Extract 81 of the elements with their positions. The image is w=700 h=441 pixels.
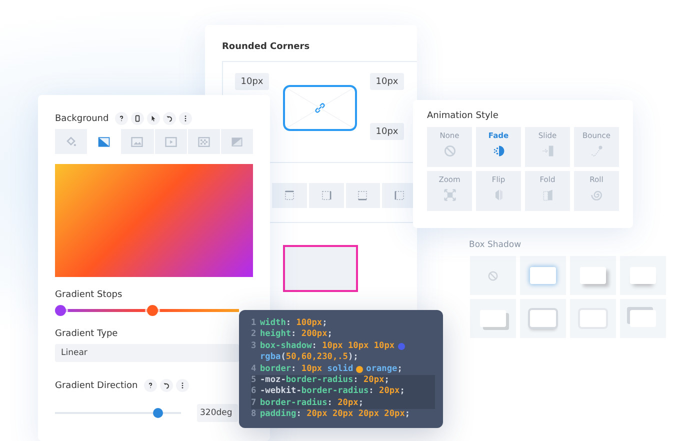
pattern-icon	[196, 134, 211, 148]
section-title: Rounded Corners	[221, 41, 311, 54]
line-number: 3	[251, 340, 258, 352]
shadow-option[interactable]	[470, 256, 516, 295]
gradient-icon	[97, 134, 112, 148]
line-number: 8	[251, 409, 258, 421]
line-number: 1	[251, 318, 258, 330]
more-button[interactable]	[178, 112, 192, 125]
direction-input[interactable]: 320deg	[197, 404, 238, 422]
shadow-option[interactable]	[570, 256, 616, 295]
cursor-button[interactable]	[146, 112, 160, 125]
code-text: -webkit-border-radius: 20px;	[260, 386, 405, 398]
shadow-preview	[530, 310, 556, 327]
prohibited-icon	[442, 144, 456, 158]
shadow-option[interactable]	[620, 256, 666, 295]
corner-input[interactable]: 10px	[235, 73, 269, 90]
gradient-type-select[interactable]: Linear	[55, 344, 239, 362]
code-text: height: 200px;	[260, 329, 332, 341]
help-button[interactable]	[144, 379, 157, 392]
shadow-option[interactable]	[520, 256, 566, 295]
gradient-stop-handle[interactable]	[55, 305, 66, 316]
code-text: border: 10px solid	[260, 364, 354, 375]
section-title: Background	[55, 114, 109, 124]
corner-input[interactable]: 10px	[370, 123, 404, 140]
shadow-preview	[630, 267, 656, 284]
fade-icon	[492, 144, 506, 158]
fold-icon	[540, 188, 554, 202]
phone-icon	[132, 114, 142, 123]
help-button[interactable]	[114, 112, 128, 125]
border-side-icon	[282, 189, 296, 202]
code-text: rgba(50,60,230,.5);	[260, 352, 358, 364]
section-label: Gradient Stops	[55, 290, 124, 300]
code-text: width: 100px;	[260, 318, 328, 329]
undo-icon	[164, 114, 174, 123]
shadow-preview	[580, 267, 606, 284]
bounce-icon	[590, 144, 604, 158]
shadow-preview	[530, 267, 556, 284]
link-icon	[314, 102, 326, 114]
code-text: border-radius: 20px;	[260, 398, 364, 409]
code-text: padding: 20px 20px 20px 20px;	[260, 409, 410, 421]
section-title: Box Shadow	[469, 240, 522, 250]
undo-button[interactable]	[160, 379, 173, 392]
border-style-button[interactable]	[272, 183, 307, 208]
border-style-button[interactable]	[346, 183, 380, 208]
section-label: Gradient Direction	[55, 380, 138, 390]
shadow-option[interactable]	[620, 299, 666, 338]
section-title: Animation Style	[427, 111, 500, 121]
line-number: 2	[251, 329, 258, 341]
gradient-stop-handle[interactable]	[146, 305, 158, 316]
shadow-option[interactable]	[470, 299, 516, 338]
slide-icon	[540, 144, 554, 158]
more-button[interactable]	[176, 379, 189, 392]
line-number: 6	[251, 386, 258, 398]
zoom-icon	[442, 188, 456, 202]
line-number: 4	[251, 364, 258, 375]
phone-button[interactable]	[130, 112, 144, 125]
undo-button[interactable]	[162, 112, 176, 125]
code-text: -moz-border-radius: 20px;	[260, 374, 390, 386]
prohibited-icon	[487, 270, 499, 282]
mask-icon	[230, 134, 244, 148]
code-text: box-shadow: 10px 10px 10px	[260, 340, 395, 352]
image-icon	[130, 134, 144, 148]
border-side-icon	[320, 189, 333, 202]
shadow-option[interactable]	[520, 299, 566, 338]
undo-icon	[162, 381, 171, 390]
line-number: 5	[251, 374, 258, 386]
shadow-preview	[480, 310, 506, 327]
border-style-button[interactable]	[308, 183, 344, 208]
line-number: 7	[251, 398, 258, 410]
shadow-option[interactable]	[570, 299, 616, 338]
code-text: orange;	[366, 364, 402, 375]
paint-bucket-icon	[64, 134, 78, 148]
section-label: Gradient Type	[55, 329, 119, 339]
spiral-icon	[590, 188, 604, 202]
border-side-icon	[393, 189, 406, 202]
slider-thumb[interactable]	[153, 408, 164, 418]
border-side-icon	[356, 189, 370, 202]
shadow-preview	[580, 310, 606, 327]
shadow-preview	[630, 310, 656, 327]
corner-input[interactable]: 10px	[370, 73, 404, 90]
play-icon	[164, 134, 178, 148]
